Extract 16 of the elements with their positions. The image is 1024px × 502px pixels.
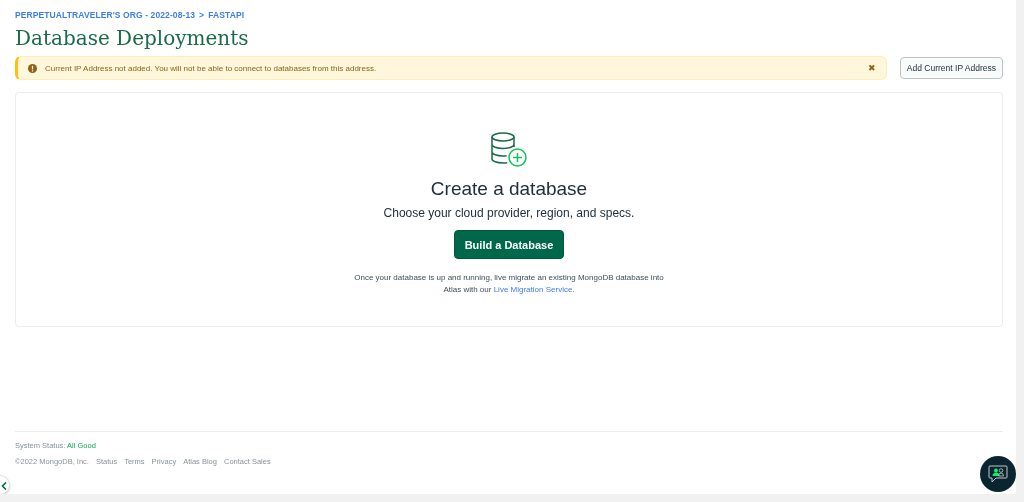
migration-note: Once your database is up and running, live migrate an existing MongoDB database into Atlas with our Live Migration Service. <box>354 272 664 296</box>
breadcrumb-link[interactable]: FASTAPI <box>208 10 245 20</box>
breadcrumb-separator: > <box>199 10 205 20</box>
warning-icon <box>28 63 37 73</box>
breadcrumb-link[interactable]: PERPETUALTRAVELER'S ORG - 2022-08-13 <box>15 10 196 20</box>
page-title: Database Deployments <box>15 26 250 50</box>
close-button[interactable]: ✖ <box>867 63 876 73</box>
database-add-icon <box>490 132 528 168</box>
empty-state-subtitle: Choose your cloud provider, region, and specs. <box>383 206 635 220</box>
add-ip-button[interactable]: Add Current IP Address <box>899 57 1003 79</box>
empty-state-title: Create a database <box>430 178 588 200</box>
warning-message: Current IP Address not added. You will not be able to connect to databases from this address. <box>45 63 378 73</box>
chevron-icon <box>1 482 7 490</box>
chat-button[interactable] <box>980 456 1016 492</box>
build-database-button[interactable]: Build a Database <box>453 230 565 259</box>
chat-icon <box>987 463 1009 485</box>
